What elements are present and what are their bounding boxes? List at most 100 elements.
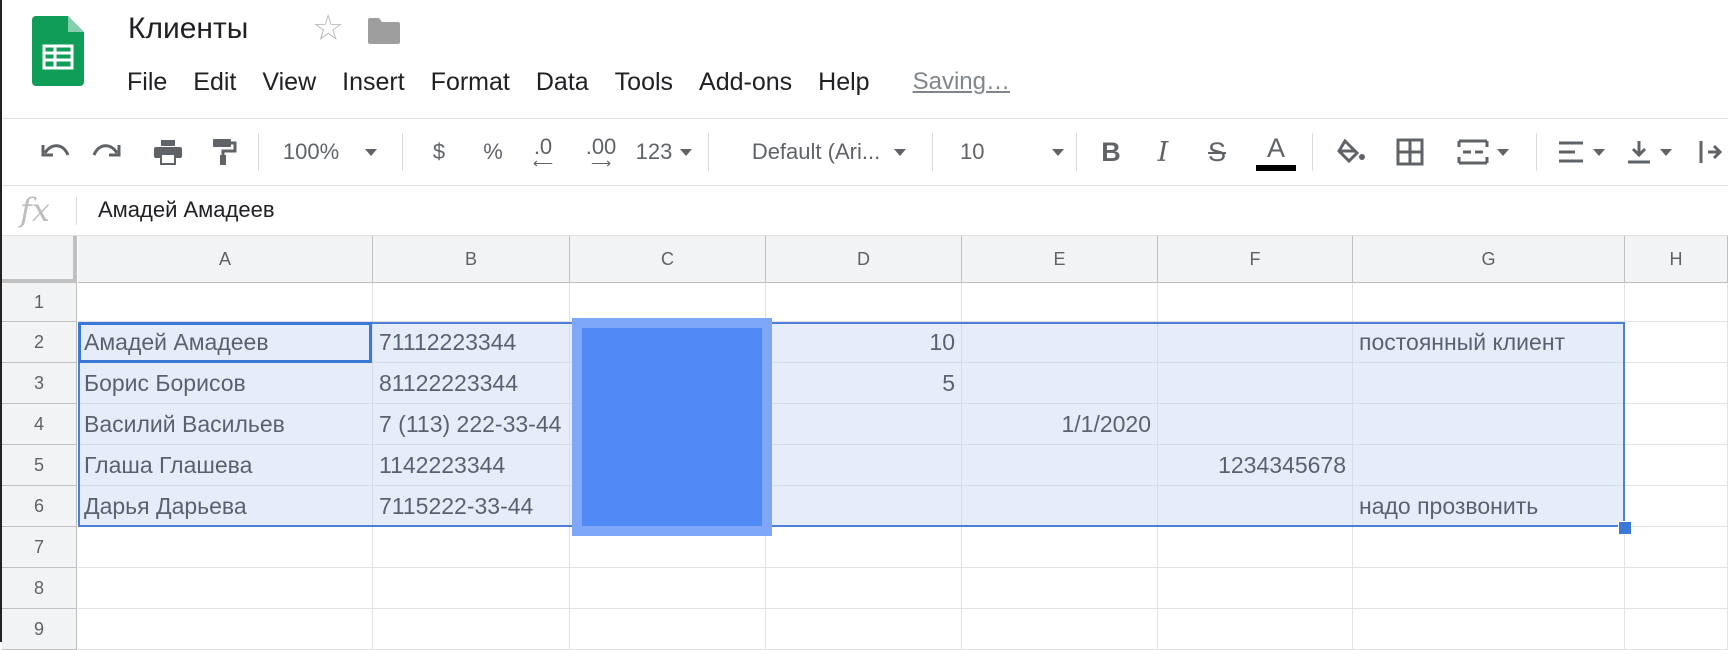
column-header-f[interactable]: F xyxy=(1158,236,1353,283)
cell-e4[interactable]: 1/1/2020 xyxy=(962,404,1158,445)
menu-data[interactable]: Data xyxy=(523,64,602,100)
cell-h4[interactable] xyxy=(1625,404,1728,445)
cell-b4[interactable]: 7 (113) 222-33-44 xyxy=(373,404,570,445)
row-header-7[interactable]: 7 xyxy=(2,527,77,568)
cell-b8[interactable] xyxy=(373,568,570,609)
menu-add-ons[interactable]: Add-ons xyxy=(686,64,805,100)
cell-f9[interactable] xyxy=(1158,609,1353,650)
column-header-g[interactable]: G xyxy=(1353,236,1625,283)
cell-b3[interactable]: 81122223344 xyxy=(373,363,570,404)
column-header-d[interactable]: D xyxy=(766,236,962,283)
cell-g9[interactable] xyxy=(1353,609,1625,650)
cell-a8[interactable] xyxy=(78,568,373,609)
cell-g1[interactable] xyxy=(1353,283,1625,322)
cell-b7[interactable] xyxy=(373,527,570,568)
vertical-align-select[interactable] xyxy=(1618,119,1680,185)
cell-h1[interactable] xyxy=(1625,283,1728,322)
cell-g5[interactable] xyxy=(1353,445,1625,486)
cell-b2[interactable]: 71112223344 xyxy=(373,322,570,363)
cell-h3[interactable] xyxy=(1625,363,1728,404)
cell-f5[interactable]: 1234345678 xyxy=(1158,445,1353,486)
cell-e1[interactable] xyxy=(962,283,1158,322)
fill-color-icon[interactable] xyxy=(1332,119,1372,185)
font-size-select[interactable]: 10 xyxy=(960,119,1064,185)
cell-h9[interactable] xyxy=(1625,609,1728,650)
cell-d9[interactable] xyxy=(766,609,962,650)
borders-icon[interactable] xyxy=(1390,119,1430,185)
italic-button[interactable]: I xyxy=(1146,119,1180,185)
cell-a1[interactable] xyxy=(78,283,373,322)
cell-d1[interactable] xyxy=(766,283,962,322)
folder-icon[interactable] xyxy=(368,18,400,44)
strikethrough-button[interactable]: S xyxy=(1200,119,1234,185)
cell-g7[interactable] xyxy=(1353,527,1625,568)
text-color-button[interactable]: A xyxy=(1254,119,1298,185)
cell-d4[interactable] xyxy=(766,404,962,445)
cell-e2[interactable] xyxy=(962,322,1158,363)
row-header-4[interactable]: 4 xyxy=(2,404,77,445)
merge-cells-select[interactable] xyxy=(1448,119,1518,185)
cell-g4[interactable] xyxy=(1353,404,1625,445)
star-icon[interactable]: ☆ xyxy=(312,10,344,46)
horizontal-align-select[interactable] xyxy=(1550,119,1612,185)
cell-h2[interactable] xyxy=(1625,322,1728,363)
cell-e5[interactable] xyxy=(962,445,1158,486)
document-title[interactable]: Клиенты xyxy=(128,12,248,46)
cell-a6[interactable]: Дарья Дарьева xyxy=(78,486,373,527)
cell-e7[interactable] xyxy=(962,527,1158,568)
cell-g8[interactable] xyxy=(1353,568,1625,609)
row-header-1[interactable]: 1 xyxy=(2,283,77,322)
select-all-corner[interactable] xyxy=(2,236,77,283)
bold-button[interactable]: B xyxy=(1094,119,1128,185)
menu-tools[interactable]: Tools xyxy=(602,64,686,100)
cell-e3[interactable] xyxy=(962,363,1158,404)
text-wrap-icon[interactable] xyxy=(1698,119,1726,185)
font-family-select[interactable]: Default (Ari... xyxy=(740,119,918,185)
cell-f8[interactable] xyxy=(1158,568,1353,609)
cell-c9[interactable] xyxy=(570,609,766,650)
row-header-6[interactable]: 6 xyxy=(2,486,77,527)
column-header-h[interactable]: H xyxy=(1625,236,1728,283)
decrease-decimal-button[interactable]: .0 ⟵ xyxy=(526,119,560,185)
column-header-a[interactable]: A xyxy=(78,236,373,283)
cell-h7[interactable] xyxy=(1625,527,1728,568)
cell-e9[interactable] xyxy=(962,609,1158,650)
cell-h5[interactable] xyxy=(1625,445,1728,486)
cell-d3[interactable]: 5 xyxy=(766,363,962,404)
cell-d5[interactable] xyxy=(766,445,962,486)
cell-f4[interactable] xyxy=(1158,404,1353,445)
cell-f2[interactable] xyxy=(1158,322,1353,363)
cell-e6[interactable] xyxy=(962,486,1158,527)
cell-f1[interactable] xyxy=(1158,283,1353,322)
fill-handle[interactable] xyxy=(1618,521,1632,535)
row-header-9[interactable]: 9 xyxy=(2,609,77,650)
menu-help[interactable]: Help xyxy=(805,64,882,100)
column-header-e[interactable]: E xyxy=(962,236,1158,283)
undo-icon[interactable] xyxy=(36,119,76,185)
row-header-2[interactable]: 2 xyxy=(2,322,77,363)
column-header-c[interactable]: C xyxy=(570,236,766,283)
cell-d8[interactable] xyxy=(766,568,962,609)
cell-f3[interactable] xyxy=(1158,363,1353,404)
increase-decimal-button[interactable]: .00 ⟶ xyxy=(580,119,622,185)
cell-a4[interactable]: Василий Васильев xyxy=(78,404,373,445)
cell-a7[interactable] xyxy=(78,527,373,568)
row-header-5[interactable]: 5 xyxy=(2,445,77,486)
cell-a3[interactable]: Борис Борисов xyxy=(78,363,373,404)
sheets-logo-icon[interactable] xyxy=(32,16,84,86)
cell-g6[interactable]: надо прозвонить xyxy=(1353,486,1625,527)
menu-edit[interactable]: Edit xyxy=(180,64,249,100)
cell-f6[interactable] xyxy=(1158,486,1353,527)
formula-input[interactable]: Амадей Амадеев xyxy=(98,197,275,223)
cell-b6[interactable]: 7115222-33-44 xyxy=(373,486,570,527)
more-formats-select[interactable]: 123 xyxy=(632,119,696,185)
saving-status[interactable]: Saving… xyxy=(913,68,1010,96)
currency-format-button[interactable]: $ xyxy=(422,119,456,185)
cell-a9[interactable] xyxy=(78,609,373,650)
cell-d7[interactable] xyxy=(766,527,962,568)
cell-a2[interactable]: Амадей Амадеев xyxy=(78,322,373,363)
cell-a5[interactable]: Глаша Глашева xyxy=(78,445,373,486)
cell-e8[interactable] xyxy=(962,568,1158,609)
menu-format[interactable]: Format xyxy=(418,64,523,100)
menu-insert[interactable]: Insert xyxy=(329,64,418,100)
